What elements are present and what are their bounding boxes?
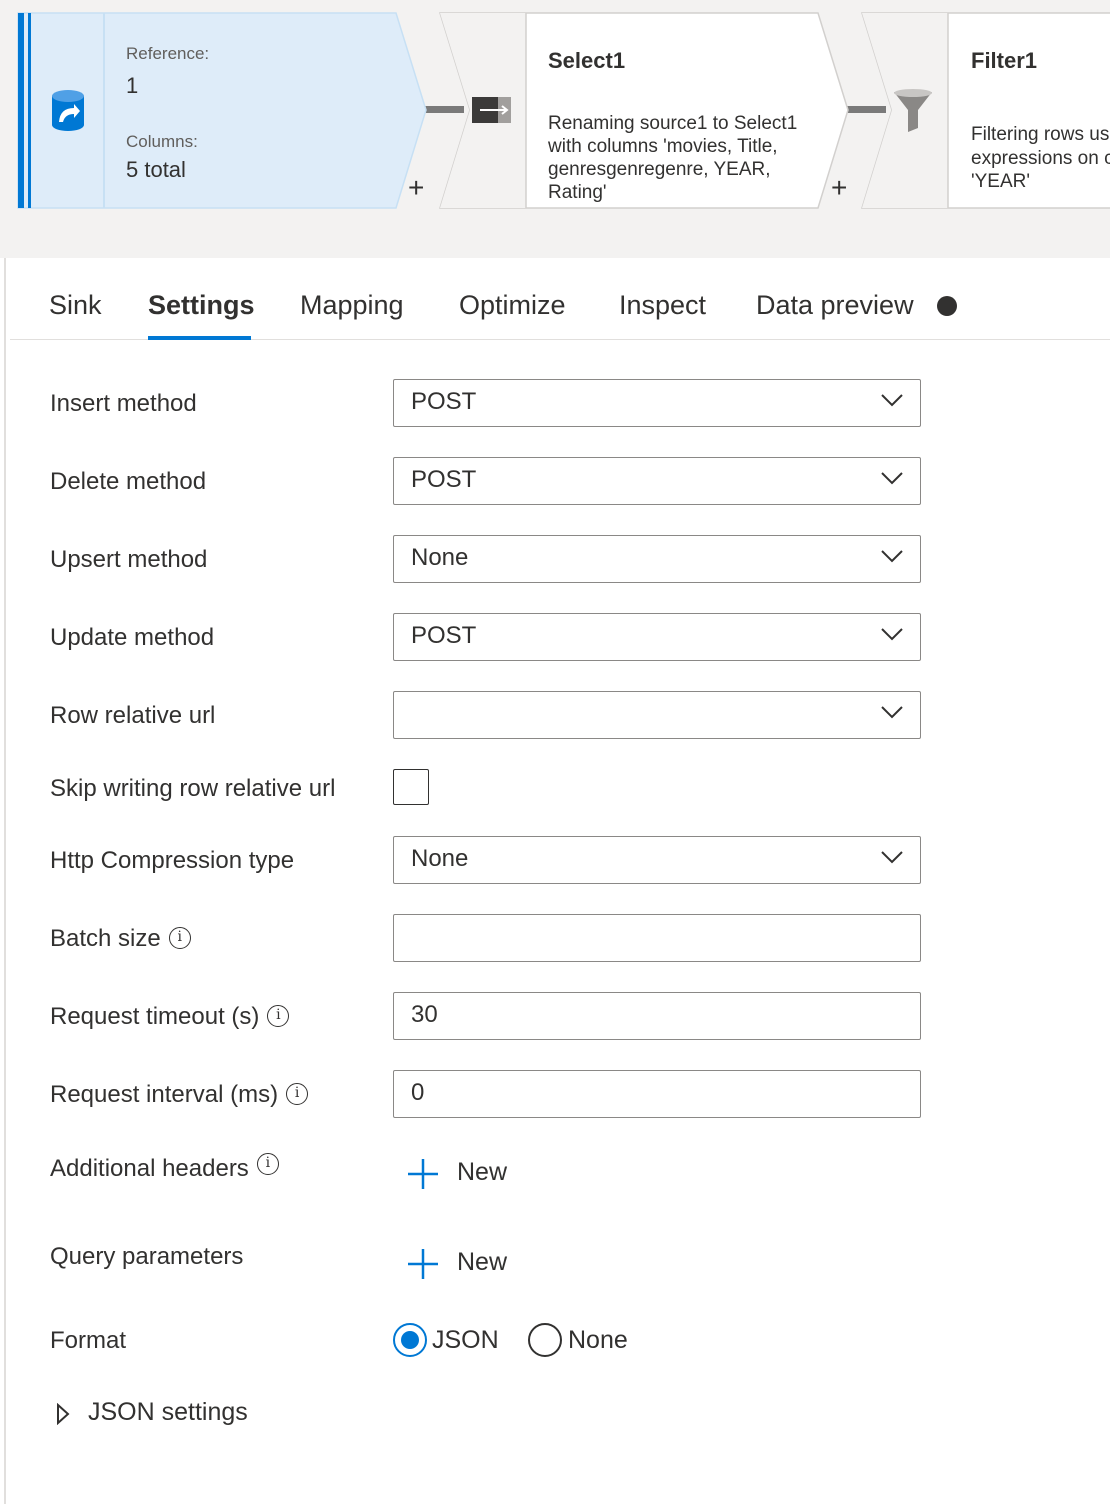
filter-node-title: Filter1 xyxy=(971,48,1038,73)
source-reference-label: Reference: xyxy=(126,44,210,63)
batch-size-label-text: Batch size xyxy=(50,925,161,952)
tab-data-preview[interactable]: Data preview xyxy=(756,290,914,321)
insert-method-label: Insert method xyxy=(50,390,197,417)
filter-node-desc-line: expressions on c xyxy=(971,148,1110,169)
row-relative-url-dropdown[interactable] xyxy=(393,691,921,739)
upsert-method-value: None xyxy=(411,544,469,571)
connector-line xyxy=(846,106,886,113)
additional-headers-label: Additional headers i xyxy=(50,1153,279,1183)
select-node-desc-line: Renaming source1 to Select1 xyxy=(548,113,798,134)
select-node-desc-line: with columns 'movies, Title, xyxy=(548,136,778,157)
query-parameters-label: Query parameters xyxy=(50,1243,244,1270)
delete-method-dropdown[interactable]: POST xyxy=(393,457,921,505)
chevron-down-icon xyxy=(881,628,903,641)
http-compression-dropdown[interactable]: None xyxy=(393,836,921,884)
row-relative-url-label: Row relative url xyxy=(50,702,216,729)
add-transform-button[interactable]: + xyxy=(408,174,424,202)
skip-writing-row-url-checkbox[interactable] xyxy=(393,769,429,805)
upsert-method-label: Upsert method xyxy=(50,546,208,573)
format-radio-none-label[interactable]: None xyxy=(568,1326,628,1355)
source-node-accent xyxy=(28,13,31,208)
insert-method-value: POST xyxy=(411,388,477,415)
info-icon[interactable]: i xyxy=(286,1083,309,1105)
update-method-value: POST xyxy=(411,622,477,649)
request-interval-value: 0 xyxy=(411,1079,425,1106)
tab-optimize[interactable]: Optimize xyxy=(459,290,566,321)
insert-method-dropdown[interactable]: POST xyxy=(393,379,921,427)
chevron-down-icon xyxy=(881,706,903,719)
additional-headers-label-text: Additional headers xyxy=(50,1155,249,1182)
info-icon[interactable]: i xyxy=(168,927,191,949)
request-timeout-input[interactable]: 30 xyxy=(393,992,921,1040)
delete-method-value: POST xyxy=(411,466,477,493)
tab-sink[interactable]: Sink xyxy=(49,290,102,321)
http-compression-label: Http Compression type xyxy=(50,847,295,874)
pipeline-canvas: Reference: 1 Columns: 5 total Select1 Re… xyxy=(0,0,1110,258)
request-interval-label: Request interval (ms) i xyxy=(50,1081,309,1109)
add-query-parameter-label: New xyxy=(457,1248,508,1276)
tab-mapping[interactable]: Mapping xyxy=(300,290,404,321)
delete-method-label: Delete method xyxy=(50,468,207,495)
update-method-label: Update method xyxy=(50,624,215,651)
format-label: Format xyxy=(50,1327,127,1354)
select-node-title: Select1 xyxy=(548,48,626,73)
info-icon[interactable]: i xyxy=(256,1153,279,1175)
plus-icon xyxy=(408,1249,438,1279)
unsaved-changes-dot xyxy=(937,296,957,316)
select-node-desc-line: Rating' xyxy=(548,182,607,203)
database-source-icon xyxy=(52,90,84,131)
source-columns-value: 5 total xyxy=(126,157,186,182)
select-transform-icon xyxy=(472,97,511,123)
source-node-accent xyxy=(18,13,24,208)
chevron-right-icon xyxy=(57,1403,70,1425)
request-timeout-label-text: Request timeout (s) xyxy=(50,1003,260,1030)
skip-writing-row-url-label: Skip writing row relative url xyxy=(50,775,336,802)
filter-node-desc-line: 'YEAR' xyxy=(971,171,1030,192)
format-radio-json[interactable] xyxy=(393,1323,427,1357)
http-compression-value: None xyxy=(411,845,469,872)
update-method-dropdown[interactable]: POST xyxy=(393,613,921,661)
add-transform-button[interactable]: + xyxy=(831,174,847,202)
format-radio-none[interactable] xyxy=(528,1323,562,1357)
info-icon[interactable]: i xyxy=(267,1005,290,1027)
add-header-label: New xyxy=(457,1158,508,1186)
active-tab-indicator xyxy=(148,336,251,340)
chevron-down-icon xyxy=(881,851,903,864)
chevron-down-icon xyxy=(881,394,903,407)
batch-size-label: Batch size i xyxy=(50,925,191,953)
select-node-desc-line: genresgenregenre, YEAR, xyxy=(548,159,771,180)
tab-settings[interactable]: Settings xyxy=(148,290,255,321)
source-columns-label: Columns: xyxy=(126,132,198,151)
request-timeout-label: Request timeout (s) i xyxy=(50,1003,290,1031)
upsert-method-dropdown[interactable]: None xyxy=(393,535,921,583)
source-reference-value: 1 xyxy=(126,73,139,98)
chevron-down-icon xyxy=(881,550,903,563)
batch-size-input[interactable] xyxy=(393,914,921,962)
format-radio-json-label[interactable]: JSON xyxy=(432,1326,499,1355)
plus-icon xyxy=(408,1159,438,1189)
filter-node-desc-line: Filtering rows us xyxy=(971,124,1110,145)
connector-line xyxy=(424,106,464,113)
request-timeout-value: 30 xyxy=(411,1001,438,1028)
json-settings-label: JSON settings xyxy=(88,1398,248,1426)
chevron-down-icon xyxy=(881,472,903,485)
request-interval-label-text: Request interval (ms) xyxy=(50,1081,279,1108)
request-interval-input[interactable]: 0 xyxy=(393,1070,921,1118)
tab-inspect[interactable]: Inspect xyxy=(619,290,706,321)
